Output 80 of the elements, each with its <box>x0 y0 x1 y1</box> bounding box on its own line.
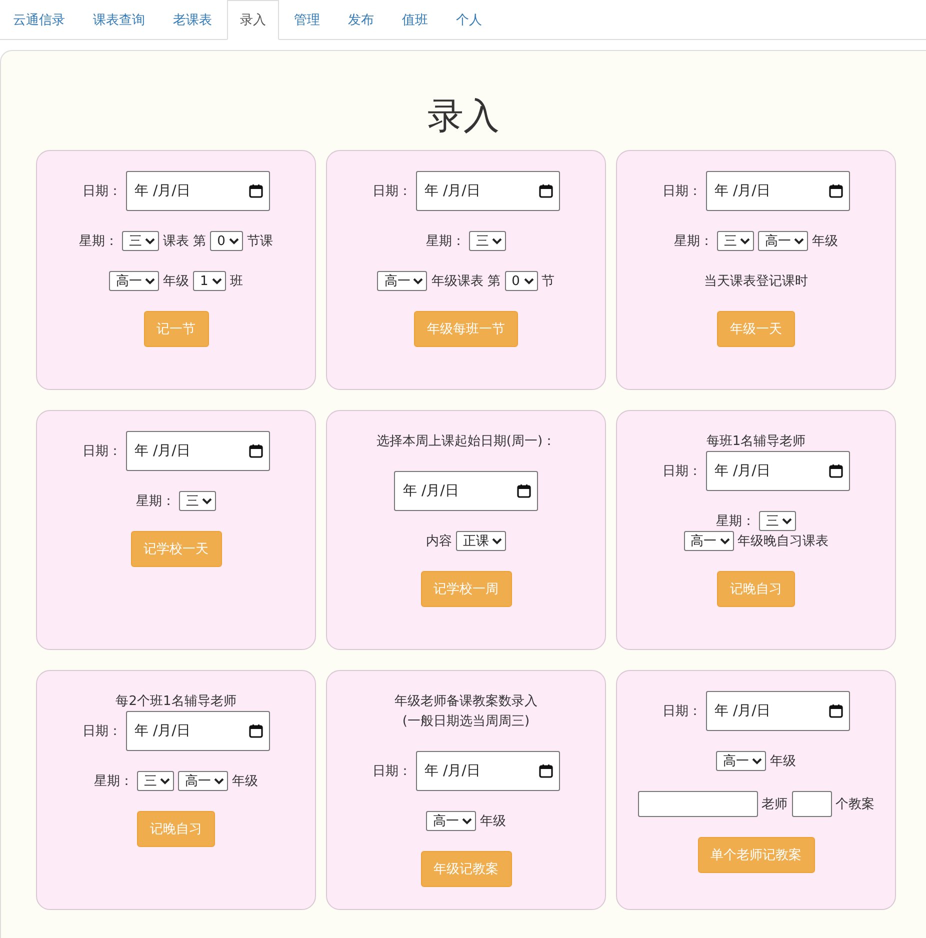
label: 星期： <box>94 773 133 790</box>
dropdown[interactable]: 三 <box>179 491 216 512</box>
label: 星期： <box>426 233 465 250</box>
date-field[interactable]: 年 /月/日 <box>394 471 538 512</box>
date-field[interactable]: 年 /月/日 <box>126 431 270 472</box>
calendar-icon <box>538 184 552 198</box>
label: 年级 <box>163 273 189 290</box>
label: 节课 <box>247 233 274 250</box>
label: 年级老师备课教案数录入 <box>394 693 538 710</box>
dropdown[interactable]: 高一 <box>684 531 734 552</box>
dropdown[interactable]: 三 <box>137 771 174 792</box>
label: 班 <box>230 273 243 290</box>
label: 选择本周上课起始日期(周一)： <box>376 433 556 450</box>
label: 日期： <box>372 763 412 780</box>
nav-tab[interactable]: 发布 <box>335 0 387 40</box>
label: 日期： <box>372 183 412 200</box>
nav-tab[interactable]: 值班 <box>389 0 441 40</box>
label: 年级 <box>812 233 838 250</box>
date-field[interactable]: 年 /月/日 <box>706 691 850 732</box>
calendar-icon <box>248 724 262 738</box>
calendar-icon <box>828 184 842 198</box>
dropdown[interactable]: 三 <box>717 231 754 252</box>
dropdown[interactable]: 三 <box>759 511 796 532</box>
dropdown[interactable]: 高一 <box>426 811 476 832</box>
date-field[interactable]: 年 /月/日 <box>416 171 560 212</box>
dropdown[interactable]: 高一 <box>109 271 159 292</box>
nav-tab[interactable]: 管理 <box>281 0 333 40</box>
label: 年级课表 第 <box>431 273 501 290</box>
dropdown[interactable]: 0 <box>210 231 244 252</box>
dropdown[interactable]: 1 <box>193 271 226 292</box>
calendar-icon <box>517 484 531 498</box>
label: 日期： <box>662 183 702 200</box>
label: 年级 <box>770 753 796 770</box>
dropdown[interactable]: 三 <box>122 231 159 252</box>
label: 日期： <box>82 443 122 460</box>
label: 老师 <box>762 796 788 814</box>
date-field[interactable]: 年 /月/日 <box>126 171 270 212</box>
label: 年级 <box>480 813 506 830</box>
label: 日期： <box>82 183 122 200</box>
label: 年级 <box>232 773 258 790</box>
page-title: 录入 <box>426 95 500 138</box>
label: 星期： <box>136 493 175 510</box>
dropdown[interactable]: 0 <box>504 271 538 292</box>
label: 内容 <box>426 533 452 550</box>
date-field[interactable]: 年 /月/日 <box>706 451 850 492</box>
dropdown[interactable]: 高一 <box>758 231 808 252</box>
dropdown[interactable]: 高一 <box>716 751 766 772</box>
label: 星期： <box>78 233 118 250</box>
calendar-icon <box>828 704 842 718</box>
date-field[interactable]: 年 /月/日 <box>706 171 850 212</box>
nav-tab[interactable]: 云通信录 <box>0 0 78 40</box>
dropdown[interactable]: 高一 <box>377 271 428 292</box>
label: 星期： <box>716 513 755 530</box>
label: 年级晚自习课表 <box>738 533 828 550</box>
label: 当天课表登记课时 <box>704 273 808 290</box>
dropdown[interactable]: 三 <box>469 231 506 252</box>
label: 每班1名辅导老师 <box>706 433 806 450</box>
label: 每2个班1名辅导老师 <box>116 693 236 710</box>
nav-tab[interactable]: 个人 <box>443 0 495 40</box>
calendar-icon <box>538 764 552 778</box>
label: 个教案 <box>836 796 874 814</box>
calendar-icon <box>248 184 262 198</box>
nav-tab[interactable]: 录入 <box>227 0 279 40</box>
label: 日期： <box>82 723 122 740</box>
calendar-icon <box>248 444 262 458</box>
calendar-icon <box>828 464 842 478</box>
label: 日期： <box>662 703 702 720</box>
label: (一般日期选当周周三) <box>402 713 530 730</box>
date-field[interactable]: 年 /月/日 <box>416 751 560 792</box>
label: 日期： <box>662 463 702 480</box>
count-input[interactable] <box>792 791 832 818</box>
label: 星期： <box>674 233 713 250</box>
label: 课表 第 <box>162 233 206 250</box>
teacher-input[interactable] <box>638 791 758 818</box>
nav-tab[interactable]: 课表查询 <box>80 0 158 40</box>
date-field[interactable]: 年 /月/日 <box>126 711 270 752</box>
label: 节 <box>542 273 555 290</box>
dropdown[interactable]: 正课 <box>456 531 506 552</box>
dropdown[interactable]: 高一 <box>178 771 228 792</box>
nav-tab[interactable]: 老课表 <box>160 0 225 40</box>
